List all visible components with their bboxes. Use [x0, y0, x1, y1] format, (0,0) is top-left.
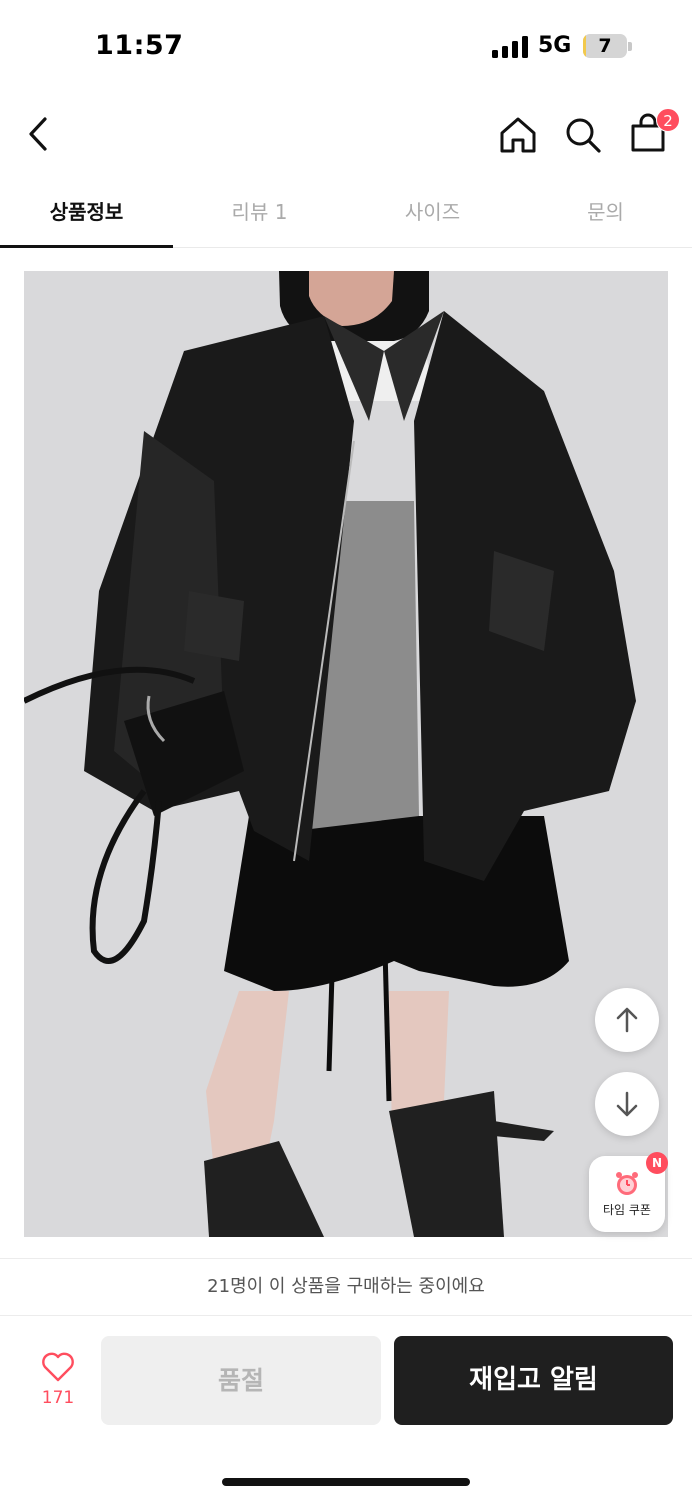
- arrow-down-icon: [616, 1091, 638, 1117]
- soldout-button[interactable]: 품절: [101, 1336, 381, 1425]
- status-bar: 11:57 5G 7: [0, 0, 692, 95]
- battery-nub: [628, 42, 632, 51]
- back-button[interactable]: [20, 114, 60, 154]
- arrow-up-icon: [616, 1007, 638, 1033]
- status-time: 11:57: [95, 30, 184, 61]
- purchase-notice: 21명이 이 상품을 구매하는 중이에요: [0, 1258, 692, 1316]
- heart-icon: [42, 1352, 74, 1382]
- coupon-new-badge: N: [646, 1152, 668, 1174]
- cart-count-badge: 2: [656, 108, 680, 132]
- signal-icon: [492, 36, 528, 58]
- search-button[interactable]: [562, 114, 604, 156]
- scroll-bottom-button[interactable]: [595, 1072, 659, 1136]
- product-photo-illustration: [24, 271, 668, 1237]
- home-icon: [500, 117, 536, 153]
- product-tabs: 상품정보 리뷰 1 사이즈 문의: [0, 180, 692, 248]
- alarm-clock-icon: [616, 1172, 638, 1195]
- battery-level: 7: [598, 35, 612, 57]
- coupon-label: 타임 쿠폰: [603, 1203, 651, 1217]
- home-button[interactable]: [497, 114, 539, 156]
- restock-alert-button[interactable]: 재입고 알림: [394, 1336, 673, 1425]
- network-type: 5G: [538, 33, 572, 58]
- product-image: [24, 271, 668, 1237]
- tab-reviews[interactable]: 리뷰 1: [173, 180, 346, 247]
- like-button[interactable]: 171: [28, 1352, 88, 1422]
- battery-icon: 7: [583, 34, 627, 58]
- tab-inquiry[interactable]: 문의: [519, 180, 692, 247]
- top-nav: [0, 100, 692, 170]
- scroll-top-button[interactable]: [595, 988, 659, 1052]
- like-count: 171: [41, 1388, 75, 1408]
- search-icon: [566, 118, 601, 153]
- chevron-left-icon: [29, 117, 47, 151]
- home-indicator: [222, 1478, 470, 1486]
- tab-product-info[interactable]: 상품정보: [0, 180, 173, 248]
- tab-size[interactable]: 사이즈: [346, 180, 519, 247]
